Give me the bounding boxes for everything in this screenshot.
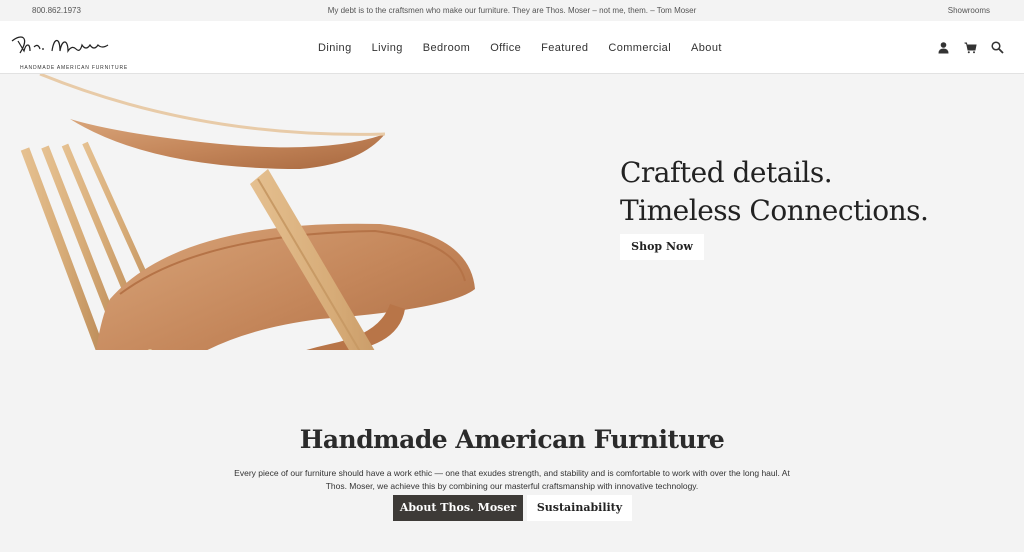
nav-featured[interactable]: Featured xyxy=(541,42,588,54)
hero-headline-1: Crafted details. xyxy=(620,156,833,189)
hero-banner: Crafted details. Timeless Connections. S… xyxy=(0,74,1024,350)
shop-now-button[interactable]: Shop Now xyxy=(620,234,704,260)
nav-about[interactable]: About xyxy=(691,42,722,54)
cart-icon[interactable] xyxy=(964,41,977,54)
rocking-chair-image xyxy=(20,74,475,350)
main-nav: Dining Living Bedroom Office Featured Co… xyxy=(318,42,742,54)
section-body: Every piece of our furniture should have… xyxy=(234,468,790,491)
search-icon[interactable] xyxy=(991,41,1004,54)
brand-logo[interactable]: HANDMADE AMERICAN FURNITURE xyxy=(8,29,127,71)
signature-logo-icon xyxy=(11,36,109,54)
utility-bar: 800.862.1973 My debt is to the craftsmen… xyxy=(0,0,1024,21)
hero-copy: Crafted details. Timeless Connections. S… xyxy=(620,154,929,260)
nav-office[interactable]: Office xyxy=(490,42,521,54)
sustainability-button[interactable]: Sustainability xyxy=(527,495,632,521)
showrooms-link[interactable]: Showrooms xyxy=(948,6,990,15)
founder-quote: My debt is to the craftsmen who make our… xyxy=(327,6,697,15)
intro-section: Handmade American Furniture Every piece … xyxy=(0,350,1024,552)
header-icons xyxy=(937,41,1004,54)
brand-subtitle: HANDMADE AMERICAN FURNITURE xyxy=(20,65,128,71)
hero-headline-2: Timeless Connections. xyxy=(620,194,929,227)
about-button[interactable]: About Thos. Moser xyxy=(393,495,523,521)
nav-commercial[interactable]: Commercial xyxy=(608,42,671,54)
nav-living[interactable]: Living xyxy=(372,42,403,54)
nav-bedroom[interactable]: Bedroom xyxy=(423,42,470,54)
section-title: Handmade American Furniture xyxy=(299,425,725,454)
nav-dining[interactable]: Dining xyxy=(318,42,352,54)
site-header: HANDMADE AMERICAN FURNITURE Dining Livin… xyxy=(0,21,1024,74)
account-icon[interactable] xyxy=(937,41,950,54)
